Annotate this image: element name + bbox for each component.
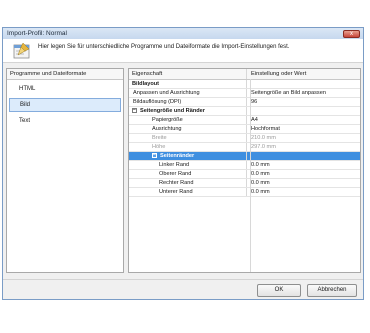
- property-label: Anpassen und Ausrichtung: [129, 89, 247, 97]
- column-header-value[interactable]: Einstellung oder Wert: [247, 69, 360, 79]
- property-value: 297.0 mm: [251, 144, 276, 150]
- property-value[interactable]: Hochformat: [247, 125, 360, 133]
- category-label-wrap: − Seitengröße und Ränder: [129, 107, 247, 115]
- cancel-button[interactable]: Abbrechen: [307, 284, 357, 297]
- category-label: Seitenränder: [160, 153, 195, 159]
- property-row-dpi[interactable]: Bildauflösung (DPI) 96: [129, 98, 360, 107]
- settings-document-icon: [13, 42, 30, 59]
- property-value[interactable]: 0.0 mm: [247, 161, 360, 169]
- property-value[interactable]: 0.0 mm: [247, 188, 360, 196]
- property-row-papiergroesse[interactable]: Papiergröße A4: [129, 116, 360, 125]
- property-label: Papiergröße: [129, 116, 247, 124]
- column-header-property[interactable]: Eigenschaft: [129, 69, 247, 79]
- property-value[interactable]: A4: [247, 116, 360, 124]
- title-bar: Import-Profil: Normal x: [3, 28, 363, 39]
- property-label: Höhe: [129, 143, 247, 151]
- category-row-seitenraender[interactable]: − Seitenränder: [129, 152, 360, 161]
- format-item-text[interactable]: Text: [9, 114, 121, 128]
- property-label: Bildauflösung (DPI): [129, 98, 247, 106]
- property-row-breite: Breite 210.0 mm: [129, 134, 360, 143]
- collapse-icon[interactable]: −: [132, 108, 137, 114]
- window-title: Import-Profil: Normal: [7, 30, 67, 37]
- category-value: [247, 107, 360, 115]
- format-item-bild[interactable]: Bild: [9, 98, 121, 112]
- collapse-icon[interactable]: −: [152, 153, 157, 159]
- category-label: Seitengröße und Ränder: [140, 108, 205, 114]
- format-item-html[interactable]: HTML: [9, 82, 121, 96]
- property-grid-header: Eigenschaft Einstellung oder Wert: [129, 69, 360, 80]
- format-list-header: Programme und Dateiformate: [7, 69, 123, 80]
- property-row-rechter-rand[interactable]: Rechter Rand 0.0 mm: [129, 179, 360, 188]
- property-row-oberer-rand[interactable]: Oberer Rand 0.0 mm: [129, 170, 360, 179]
- category-label-wrap: − Seitenränder: [129, 152, 247, 160]
- close-button[interactable]: x: [343, 30, 360, 38]
- column-divider: [250, 79, 251, 272]
- property-value[interactable]: 0.0 mm: [247, 179, 360, 187]
- property-value[interactable]: 96: [247, 98, 360, 106]
- category-value: [247, 80, 360, 88]
- property-row-hoehe: Höhe 297.0 mm: [129, 143, 360, 152]
- property-row-anpassen[interactable]: Anpassen und Ausrichtung Seitengröße an …: [129, 89, 360, 98]
- category-row-seitengroesse[interactable]: − Seitengröße und Ränder: [129, 107, 360, 116]
- property-value[interactable]: 0.0 mm: [247, 170, 360, 178]
- property-label: Rechter Rand: [129, 179, 247, 187]
- category-label: Bildlayout: [129, 80, 247, 88]
- property-label: Breite: [129, 134, 247, 142]
- property-label: Linker Rand: [129, 161, 247, 169]
- property-row-linker-rand[interactable]: Linker Rand 0.0 mm: [129, 161, 360, 170]
- property-label: Ausrichtung: [129, 125, 247, 133]
- property-value[interactable]: Seitengröße an Bild anpassen: [247, 89, 360, 97]
- format-item-label: Text: [19, 118, 31, 124]
- header-description: Hier legen Sie für unterschiedliche Prog…: [38, 44, 290, 50]
- category-value: [247, 152, 360, 160]
- property-label: Oberer Rand: [129, 170, 247, 178]
- property-row-unterer-rand[interactable]: Unterer Rand 0.0 mm: [129, 188, 360, 197]
- format-item-label: HTML: [19, 86, 36, 92]
- format-list-panel: Programme und Dateiformate HTML Bild Tex…: [6, 68, 124, 273]
- property-value: 210.0 mm: [251, 135, 276, 141]
- dialog-header: Hier legen Sie für unterschiedliche Prog…: [3, 39, 363, 63]
- close-icon: x: [350, 31, 353, 37]
- footer-divider: [3, 279, 363, 280]
- ok-button[interactable]: OK: [257, 284, 301, 297]
- property-label: Unterer Rand: [129, 188, 247, 196]
- property-row-ausrichtung[interactable]: Ausrichtung Hochformat: [129, 125, 360, 134]
- property-grid: Eigenschaft Einstellung oder Wert Bildla…: [128, 68, 361, 273]
- format-item-label: Bild: [20, 102, 31, 108]
- category-row-bildlayout[interactable]: Bildlayout: [129, 80, 360, 89]
